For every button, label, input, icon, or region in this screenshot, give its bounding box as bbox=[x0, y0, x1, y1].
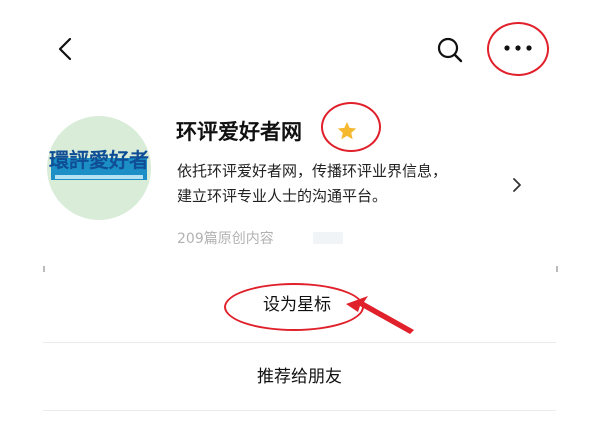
chevron-left-icon[interactable] bbox=[50, 34, 80, 64]
recommend-to-friend-button[interactable]: 推荐给朋友 bbox=[43, 343, 556, 411]
avatar[interactable]: 環評愛好者 bbox=[47, 116, 151, 220]
blurred-region bbox=[313, 232, 343, 244]
divider-mark bbox=[556, 266, 558, 272]
description-line: 依托环评爱好者网，传播环评业界信息， bbox=[177, 162, 448, 180]
annotation-circle bbox=[321, 102, 381, 152]
account-name: 环评爱好者网 bbox=[176, 120, 302, 144]
chevron-right-icon[interactable] bbox=[510, 176, 524, 194]
account-description[interactable]: 依托环评爱好者网，传播环评业界信息， 建立环评专业人士的沟通平台。 bbox=[177, 159, 497, 209]
divider bbox=[43, 410, 556, 411]
annotation-arrow bbox=[346, 296, 414, 334]
more-button[interactable] bbox=[487, 22, 549, 76]
search-icon[interactable] bbox=[434, 34, 466, 66]
logo-subline bbox=[55, 175, 143, 179]
more-horizontal-icon bbox=[504, 45, 532, 51]
divider-mark bbox=[43, 266, 45, 272]
logo-text: 環評愛好者 bbox=[49, 148, 149, 172]
description-line: 建立环评专业人士的沟通平台。 bbox=[177, 187, 388, 205]
article-count: 209篇原创内容 bbox=[177, 231, 274, 247]
